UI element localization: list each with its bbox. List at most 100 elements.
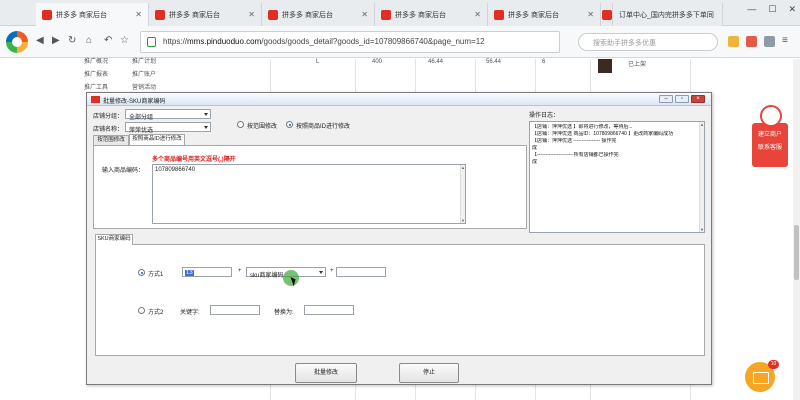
close-icon[interactable]: × bbox=[691, 95, 705, 103]
menu-item[interactable]: 推广概况 bbox=[84, 56, 108, 65]
forward-icon[interactable]: ▶ bbox=[52, 35, 60, 46]
log-line: 成 bbox=[532, 159, 538, 165]
minimize-icon[interactable]: — bbox=[747, 4, 756, 15]
table-cell: 46.44 bbox=[428, 59, 444, 65]
table-cell: 6 bbox=[542, 59, 546, 65]
extension-icon[interactable] bbox=[728, 36, 739, 47]
log-title: 操作日志： bbox=[529, 113, 560, 119]
close-tab-icon[interactable]: ✕ bbox=[587, 10, 594, 19]
replace-input[interactable] bbox=[304, 305, 354, 315]
lock-icon bbox=[147, 37, 156, 47]
table-cell: L bbox=[316, 59, 320, 65]
tab-sku-code[interactable]: SKU商家编码 bbox=[95, 234, 133, 245]
tab-by-id[interactable]: 按照商品ID进行修改 bbox=[129, 134, 185, 145]
browser-tab[interactable]: 拼多多 商家后台 ✕ bbox=[262, 3, 375, 26]
menu-item[interactable]: 推广账户 bbox=[132, 69, 156, 78]
replace-label: 替换为: bbox=[274, 310, 294, 316]
pinduoduo-favicon-icon bbox=[42, 9, 52, 20]
minimize-icon[interactable]: – bbox=[659, 95, 673, 103]
extension-icon[interactable] bbox=[746, 36, 757, 47]
mascot-icon bbox=[760, 105, 782, 127]
browser-nav-bar: ◀ ▶ ↻ ⌂ ↶ ☆ https://mms.pinduoduo.com/go… bbox=[0, 26, 800, 58]
plus-sign: + bbox=[238, 268, 242, 274]
dialog-title: 批量修改-SKU商家编码 bbox=[103, 99, 166, 105]
back-icon[interactable]: ◀ bbox=[36, 35, 44, 46]
menu-item[interactable]: 推广计划 bbox=[132, 56, 156, 65]
mode2-label: 方式2 bbox=[148, 310, 164, 316]
dialog-title-bar: 批量修改-SKU商家编码 – ▫ × bbox=[87, 93, 711, 106]
pinduoduo-favicon-icon bbox=[494, 9, 504, 20]
by-id-radio[interactable] bbox=[286, 121, 293, 128]
close-window-icon[interactable]: ✕ bbox=[788, 4, 796, 15]
service-link[interactable]: 建立商户 bbox=[752, 129, 788, 142]
table-cell: 56.44 bbox=[486, 59, 502, 65]
refresh-icon[interactable]: ↻ bbox=[68, 35, 76, 46]
product-code-input[interactable]: 107809866740 bbox=[152, 164, 466, 224]
maximize-icon[interactable]: ☐ bbox=[768, 4, 776, 15]
extension-icon[interactable] bbox=[764, 36, 775, 47]
log-lines: 【店铺：萍萍优选 】即将进行修改，等待后... 【店铺：萍萍优选 商品ID：10… bbox=[532, 124, 698, 166]
address-bar[interactable]: https://mms.pinduoduo.com/goods/goods_de… bbox=[140, 31, 560, 53]
log-line: 【----------------------所有店铺都已操作完 bbox=[532, 152, 619, 158]
service-panel[interactable]: 建立商户 联系客服 bbox=[752, 123, 788, 167]
operation-log: 【店铺：萍萍优选 】即将进行修改，等待后... 【店铺：萍萍优选 商品ID：10… bbox=[529, 121, 705, 233]
by-scope-radio[interactable] bbox=[237, 121, 244, 128]
log-line: 成 bbox=[532, 145, 538, 151]
unread-badge: 10 bbox=[768, 360, 779, 369]
shop-group-label: 店铺分组： bbox=[93, 114, 124, 120]
product-code-label: 输入商品编码： bbox=[102, 168, 145, 174]
browser-tab-label: 拼多多 商家后台 bbox=[56, 11, 107, 19]
tab-by-scope[interactable]: 按范围修改 bbox=[93, 135, 129, 145]
browser-tab[interactable]: 订单中心_国内完拼多多下单同 bbox=[613, 3, 723, 26]
pinduoduo-favicon-icon bbox=[381, 9, 391, 20]
browser-tab[interactable]: 拼多多 商家后台 ✕ bbox=[36, 3, 149, 26]
browser-tab[interactable]: 拼多多 商家后台 ✕ bbox=[375, 3, 488, 26]
mode1-suffix-input[interactable] bbox=[336, 267, 386, 277]
service-link[interactable]: 联系客服 bbox=[752, 142, 788, 155]
browser-tab-label: 拼多多 商家后台 bbox=[508, 11, 559, 19]
home-icon[interactable]: ⌂ bbox=[86, 35, 92, 46]
window-controls: — ☐ ✕ bbox=[747, 4, 796, 15]
by-id-panel: 多个商品编号用英文逗号(,)隔开 输入商品编码： 107809866740 bbox=[93, 145, 527, 229]
browser-tab[interactable]: 拼多多 商家后台 ✕ bbox=[488, 3, 601, 26]
browser-tab-label: 拼多多 商家后台 bbox=[395, 11, 446, 19]
input-hint: 多个商品编号用英文逗号(,)隔开 bbox=[152, 157, 236, 163]
keyword-input[interactable] bbox=[210, 305, 260, 315]
mode1-label: 方式1 bbox=[148, 272, 164, 278]
shop-name-select[interactable]: 萍萍优选 bbox=[125, 122, 211, 134]
close-tab-icon[interactable]: ✕ bbox=[248, 10, 255, 19]
by-scope-label: 按范围修改 bbox=[247, 124, 278, 130]
table-cell: 400 bbox=[372, 59, 383, 65]
log-scrollbar[interactable] bbox=[699, 122, 704, 232]
stop-button[interactable]: 停止 bbox=[399, 363, 459, 383]
batch-modify-button[interactable]: 批量修改 bbox=[295, 363, 357, 383]
product-thumbnail[interactable] bbox=[598, 59, 612, 73]
menu-item[interactable]: 推广工具 bbox=[84, 82, 108, 91]
close-tab-icon[interactable]: ✕ bbox=[135, 10, 142, 19]
log-line: 【店铺：萍萍优选 】即将进行修改，等待后... bbox=[532, 124, 633, 130]
close-tab-icon[interactable]: ✕ bbox=[474, 10, 481, 19]
shop-group-select[interactable]: 全部分组 bbox=[125, 109, 211, 121]
browser-tab-label: 拼多多 商家后台 bbox=[169, 11, 220, 19]
menu-icon[interactable]: ≡ bbox=[782, 35, 788, 46]
chevron-down-icon bbox=[204, 112, 208, 116]
mode1-prefix-input[interactable]: 13 bbox=[182, 267, 232, 277]
mode1-radio[interactable] bbox=[138, 269, 145, 276]
textarea-scrollbar[interactable] bbox=[460, 165, 465, 223]
close-tab-icon[interactable]: ✕ bbox=[361, 10, 368, 19]
menu-item[interactable]: 营销活动 bbox=[132, 82, 156, 91]
mode2-radio[interactable] bbox=[138, 307, 145, 314]
keyword-label: 关键字: bbox=[180, 310, 200, 316]
search-box[interactable]: 搜索助手拼多多优惠 bbox=[578, 33, 718, 51]
browser-tab[interactable]: 拼多多 商家后台 ✕ bbox=[149, 3, 262, 26]
history-icon[interactable]: ↶ bbox=[104, 35, 112, 46]
page-scrollbar-thumb[interactable] bbox=[794, 225, 799, 280]
chevron-down-icon bbox=[204, 125, 208, 129]
browser-tab-bar: 拼多多 商家后台 ✕ 拼多多 商家后台 ✕ 拼多多 商家后台 ✕ 拼多多 商家后… bbox=[0, 0, 800, 26]
maximize-icon[interactable]: ▫ bbox=[675, 95, 689, 103]
menu-item[interactable]: 推广报表 bbox=[84, 69, 108, 78]
star-icon[interactable]: ☆ bbox=[120, 35, 129, 46]
plus-sign: + bbox=[330, 268, 334, 274]
url-text: https://mms.pinduoduo.com/goods/goods_de… bbox=[163, 37, 485, 46]
browser-tab[interactable] bbox=[601, 3, 613, 26]
